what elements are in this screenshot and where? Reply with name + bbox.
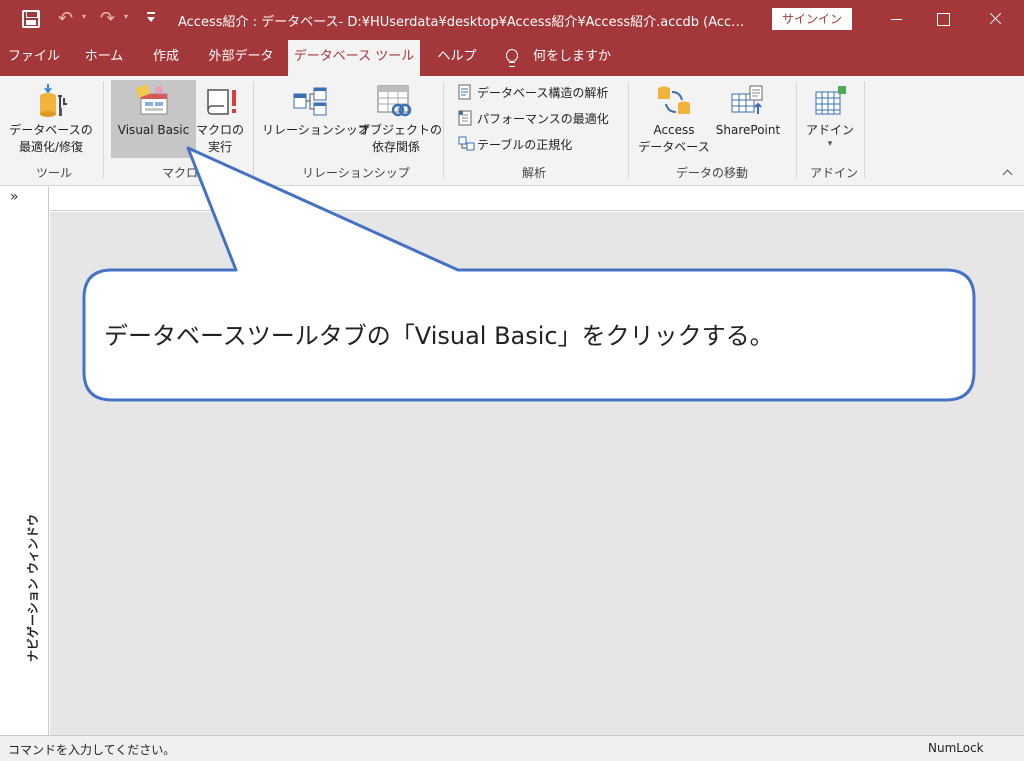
callout-text: データベースツールタブの「Visual Basic」をクリックする。 [104, 322, 774, 350]
callout-balloon [82, 146, 976, 402]
